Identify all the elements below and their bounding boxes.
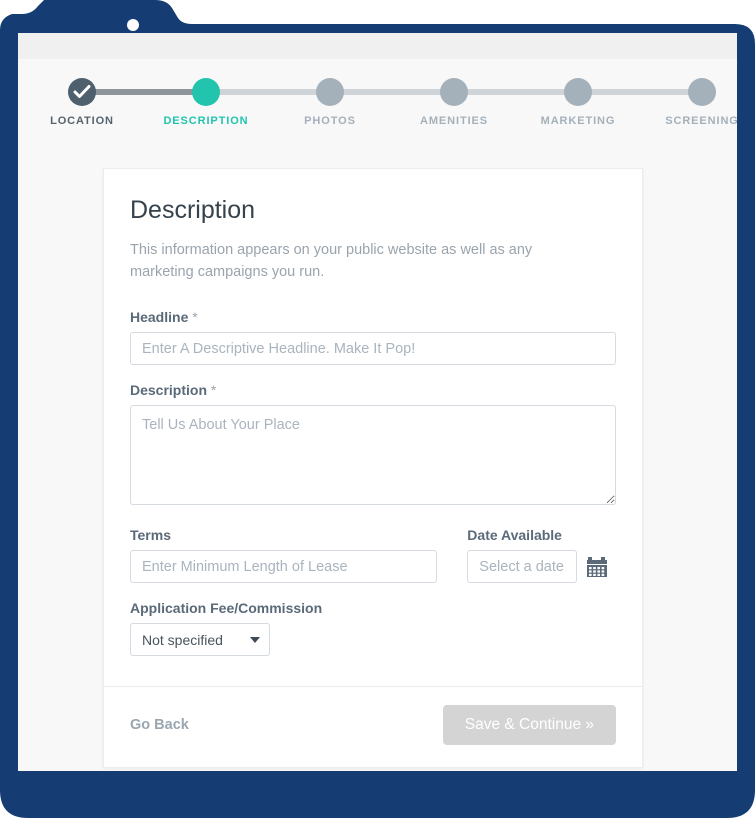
calendar-icon[interactable] bbox=[586, 556, 608, 578]
field-application-fee: Application Fee/Commission Not specified bbox=[130, 600, 616, 656]
stepper-connector-2 bbox=[207, 89, 331, 95]
stepper-connector-4 bbox=[455, 89, 579, 95]
description-form-card: Description This information appears on … bbox=[103, 168, 643, 768]
stepper-label-photos: PHOTOS bbox=[304, 115, 356, 127]
step-dot-screening bbox=[688, 78, 716, 106]
field-headline: Headline * bbox=[130, 309, 616, 365]
date-input-group bbox=[467, 550, 616, 583]
browser-window-frame: LOCATION DESCRIPTION PHOTOS AMENITIES MA… bbox=[0, 0, 755, 818]
step-dot-location bbox=[68, 78, 96, 106]
field-terms: Terms bbox=[130, 527, 438, 583]
stepper-connector-1 bbox=[82, 89, 207, 95]
stepper-label-description: DESCRIPTION bbox=[163, 115, 249, 127]
label-description: Description * bbox=[130, 382, 616, 398]
page-title: Description bbox=[130, 196, 256, 224]
browser-toolbar-strip bbox=[18, 33, 737, 59]
stepper-label-marketing: MARKETING bbox=[540, 115, 616, 127]
stepper-label-location: LOCATION bbox=[50, 115, 114, 127]
stepper-connector-5 bbox=[579, 89, 703, 95]
step-dot-amenities bbox=[440, 78, 468, 106]
card-body: Description This information appears on … bbox=[104, 169, 642, 686]
terms-date-row: Terms Date Available bbox=[130, 527, 616, 583]
application-fee-select[interactable]: Not specified bbox=[130, 623, 270, 656]
stepper-connector-3 bbox=[331, 89, 455, 95]
label-terms: Terms bbox=[130, 527, 171, 543]
step-dot-description bbox=[192, 78, 220, 106]
application-fee-select-wrap: Not specified bbox=[130, 623, 270, 656]
check-icon bbox=[73, 85, 91, 98]
label-date-available: Date Available bbox=[467, 527, 562, 543]
terms-input[interactable] bbox=[130, 550, 438, 583]
step-dot-photos bbox=[316, 78, 344, 106]
required-marker-headline: * bbox=[192, 309, 198, 325]
step-dot-marketing bbox=[564, 78, 592, 106]
stepper-label-screening: SCREENING bbox=[665, 115, 737, 127]
required-marker-description: * bbox=[210, 382, 217, 398]
label-headline: Headline * bbox=[130, 309, 616, 325]
label-application-fee: Application Fee/Commission bbox=[130, 600, 323, 616]
progress-stepper: LOCATION DESCRIPTION PHOTOS AMENITIES MA… bbox=[18, 59, 737, 159]
stepper-label-amenities: AMENITIES bbox=[420, 115, 488, 127]
date-available-input[interactable] bbox=[467, 550, 578, 583]
save-continue-button[interactable]: Save & Continue » bbox=[442, 705, 616, 745]
label-headline-text: Headline bbox=[130, 309, 189, 325]
label-description-text: Description bbox=[130, 382, 208, 398]
page-subtitle: This information appears on your public … bbox=[130, 242, 533, 280]
headline-input[interactable] bbox=[130, 332, 616, 365]
card-footer: Go Back Save & Continue » bbox=[104, 686, 642, 767]
field-date-available: Date Available bbox=[467, 527, 616, 583]
description-textarea[interactable] bbox=[130, 405, 616, 505]
go-back-link[interactable]: Go Back bbox=[130, 717, 189, 733]
tab-indicator-dot[interactable] bbox=[127, 19, 139, 31]
field-description: Description * bbox=[130, 382, 616, 510]
browser-viewport: LOCATION DESCRIPTION PHOTOS AMENITIES MA… bbox=[18, 33, 737, 771]
